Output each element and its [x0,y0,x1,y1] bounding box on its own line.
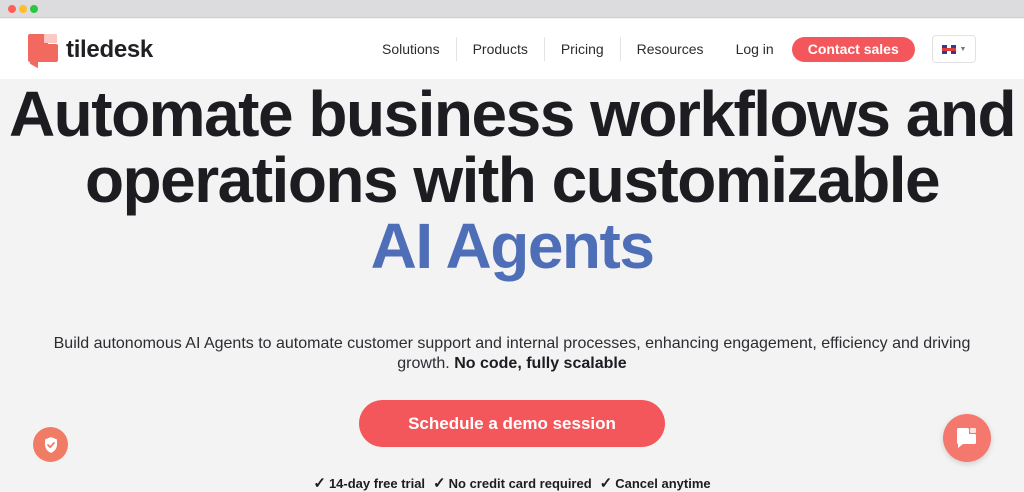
privacy-settings-button[interactable] [33,427,68,462]
hero-subtitle-bold: No code, fully scalable [454,355,627,372]
nav-item-pricing[interactable]: Pricing [545,37,621,61]
logo-text: tiledesk [66,36,153,63]
nav-item-resources[interactable]: Resources [621,37,720,61]
perk-label: Cancel anytime [615,476,711,491]
minimize-window-icon[interactable] [19,5,27,13]
tiledesk-logo[interactable]: tiledesk [28,33,153,69]
perks-list: ✓ 14-day free trial ✓ No credit card req… [300,474,724,492]
perk-free-trial: ✓ 14-day free trial [313,474,426,492]
uk-flag-icon [941,44,956,54]
shield-check-icon [44,436,57,453]
chat-bubble-icon [957,428,976,448]
main-nav: Solutions Products Pricing Resources Log… [366,30,915,68]
hero-title-line-1: Automate business workflows and [8,78,1017,150]
nav-item-products[interactable]: Products [457,37,545,61]
close-window-icon[interactable] [8,5,16,13]
site-header: tiledesk Solutions Products Pricing Reso… [0,19,1024,79]
nav-item-solutions[interactable]: Solutions [366,37,457,61]
check-icon: ✓ [433,474,446,492]
perk-no-credit-card: ✓ No credit card required [433,474,592,492]
perk-label: 14-day free trial [328,476,426,491]
check-icon: ✓ [313,474,326,492]
check-icon: ✓ [599,474,613,492]
chat-widget-button[interactable] [943,414,991,462]
language-selector[interactable]: ▼ [932,35,976,63]
login-link[interactable]: Log in [720,41,790,57]
maximize-window-icon[interactable] [30,5,38,13]
perk-cancel-anytime: ✓ Cancel anytime [599,474,711,492]
browser-chrome [0,0,1024,18]
perk-label: No credit card required [448,476,592,491]
hero-title: Automate business workflows and operatio… [0,82,1024,280]
schedule-demo-button[interactable]: Schedule a demo session [359,400,665,447]
tiledesk-logo-icon [28,34,58,69]
contact-sales-button[interactable]: Contact sales [791,36,915,62]
hero-subtitle: Build autonomous AI Agents to automate c… [30,334,994,374]
hero-title-line-2: operations with customizable [84,144,941,216]
chevron-down-icon: ▼ [959,45,967,53]
hero-title-accent: AI Agents [370,210,655,282]
